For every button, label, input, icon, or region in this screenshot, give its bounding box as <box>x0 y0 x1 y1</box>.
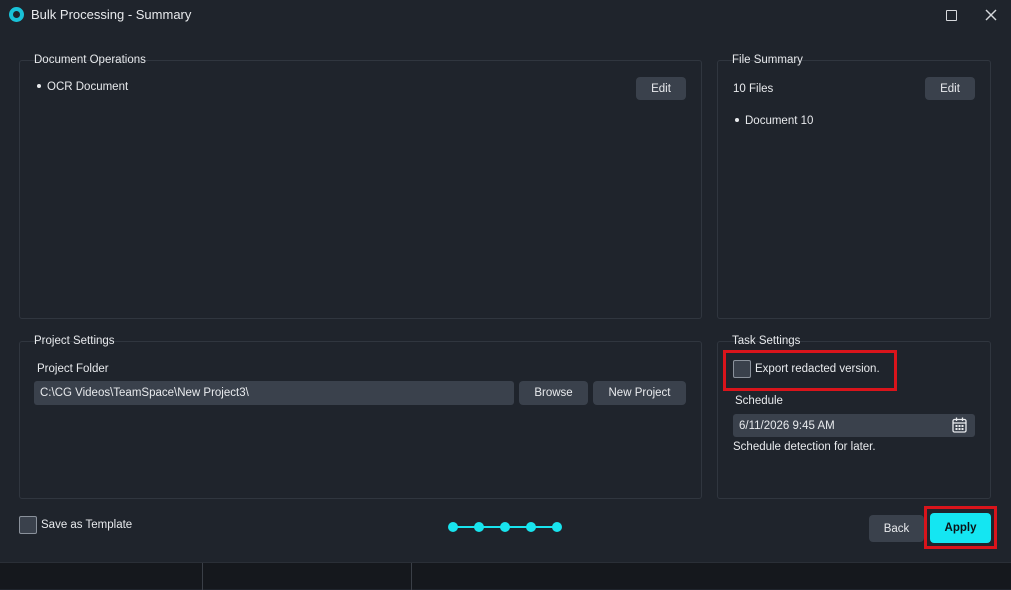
calendar-icon[interactable] <box>952 417 967 433</box>
file-item: Document 10 <box>735 115 813 127</box>
save-as-template-checkbox[interactable] <box>19 516 37 534</box>
step-dot-5 <box>552 522 562 532</box>
apply-button[interactable]: Apply <box>930 513 991 543</box>
document-operations-panel <box>19 60 702 319</box>
project-folder-label: Project Folder <box>37 363 109 375</box>
schedule-label: Schedule <box>735 395 783 407</box>
edit-files-button[interactable]: Edit <box>925 77 975 100</box>
step-dot-1 <box>448 522 458 532</box>
file-summary-label: File Summary <box>732 54 803 66</box>
bullet-icon <box>37 83 41 88</box>
task-settings-label: Task Settings <box>732 335 801 347</box>
step-dot-2 <box>474 522 484 532</box>
document-operation-item: OCR Document <box>37 81 128 93</box>
step-progress-indicator <box>448 521 564 533</box>
back-button[interactable]: Back <box>869 515 924 542</box>
window-title: Bulk Processing - Summary <box>31 7 192 22</box>
document-operations-label: Document Operations <box>34 54 146 66</box>
export-redacted-checkbox[interactable] <box>733 360 751 378</box>
title-bar: Bulk Processing - Summary <box>0 0 1011 30</box>
schedule-datetime-input[interactable]: 6/11/2026 9:45 AM <box>733 414 975 437</box>
schedule-datetime-value: 6/11/2026 9:45 AM <box>739 419 835 432</box>
taskbar-strip <box>0 562 1011 590</box>
document-operation-item-label: OCR Document <box>47 81 129 93</box>
app-logo-icon <box>9 7 24 22</box>
project-settings-panel <box>19 341 702 499</box>
file-count: 10 Files <box>733 83 774 95</box>
step-dot-3 <box>500 522 510 532</box>
step-dot-4 <box>526 522 536 532</box>
bulk-processing-window: Bulk Processing - Summary Document Opera… <box>0 0 1011 562</box>
taskbar-separator <box>202 563 203 590</box>
edit-operations-button[interactable]: Edit <box>636 77 686 100</box>
project-folder-input[interactable]: C:\CG Videos\TeamSpace\New Project3\ <box>34 381 514 405</box>
new-project-button[interactable]: New Project <box>593 381 686 405</box>
taskbar-separator <box>411 563 412 590</box>
bullet-icon <box>735 117 739 122</box>
save-as-template-label: Save as Template <box>41 519 133 531</box>
browse-button[interactable]: Browse <box>519 381 588 405</box>
maximize-button[interactable] <box>936 2 966 28</box>
maximize-icon <box>945 9 957 21</box>
export-redacted-label: Export redacted version. <box>755 363 880 375</box>
schedule-hint: Schedule detection for later. <box>733 441 876 453</box>
close-icon <box>985 9 997 21</box>
close-button[interactable] <box>976 2 1006 28</box>
file-item-label: Document 10 <box>745 115 814 127</box>
project-settings-label: Project Settings <box>34 335 115 347</box>
